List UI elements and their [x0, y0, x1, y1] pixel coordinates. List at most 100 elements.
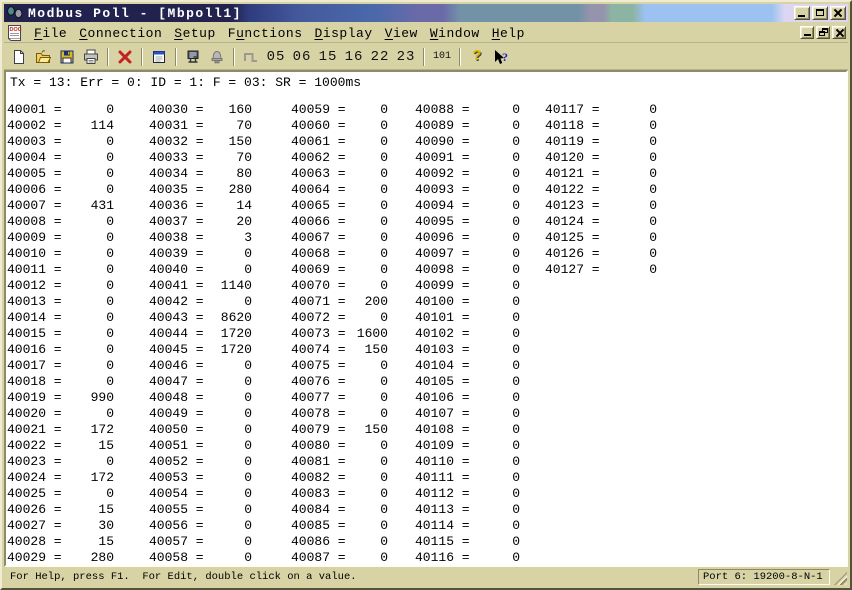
mdi-minimize-button[interactable]	[800, 26, 814, 39]
register-row-40013[interactable]: 40013 =0	[7, 294, 114, 310]
register-row-40081[interactable]: 40081 =0	[291, 454, 388, 470]
register-row-40028[interactable]: 40028 =15	[7, 534, 114, 550]
register-row-40045[interactable]: 40045 =1720	[149, 342, 252, 358]
register-row-40059[interactable]: 40059 =0	[291, 102, 388, 118]
register-row-40031[interactable]: 40031 =70	[149, 118, 252, 134]
register-row-40041[interactable]: 40041 =1140	[149, 278, 252, 294]
register-row-40071[interactable]: 40071 =200	[291, 294, 388, 310]
register-row-40072[interactable]: 40072 =0	[291, 310, 388, 326]
register-row-40022[interactable]: 40022 =15	[7, 438, 114, 454]
register-row-40008[interactable]: 40008 =0	[7, 214, 114, 230]
register-row-40012[interactable]: 40012 =0	[7, 278, 114, 294]
register-row-40122[interactable]: 40122 =0	[545, 182, 657, 198]
register-row-40092[interactable]: 40092 =0	[415, 166, 520, 182]
help-button[interactable]: ?	[465, 46, 489, 68]
toolbar-function-16[interactable]: 16	[341, 49, 367, 65]
register-row-40018[interactable]: 40018 =0	[7, 374, 114, 390]
register-row-40083[interactable]: 40083 =0	[291, 486, 388, 502]
register-row-40066[interactable]: 40066 =0	[291, 214, 388, 230]
register-row-40065[interactable]: 40065 =0	[291, 198, 388, 214]
register-row-40091[interactable]: 40091 =0	[415, 150, 520, 166]
register-row-40126[interactable]: 40126 =0	[545, 246, 657, 262]
register-row-40064[interactable]: 40064 =0	[291, 182, 388, 198]
register-row-40104[interactable]: 40104 =0	[415, 358, 520, 374]
register-row-40079[interactable]: 40079 =150	[291, 422, 388, 438]
register-row-40067[interactable]: 40067 =0	[291, 230, 388, 246]
register-row-40085[interactable]: 40085 =0	[291, 518, 388, 534]
register-row-40023[interactable]: 40023 =0	[7, 454, 114, 470]
register-row-40089[interactable]: 40089 =0	[415, 118, 520, 134]
register-row-40004[interactable]: 40004 =0	[7, 150, 114, 166]
register-row-40120[interactable]: 40120 =0	[545, 150, 657, 166]
register-row-40015[interactable]: 40015 =0	[7, 326, 114, 342]
register-row-40115[interactable]: 40115 =0	[415, 534, 520, 550]
menu-view[interactable]: View	[379, 25, 424, 42]
menu-connection[interactable]: Connection	[73, 25, 168, 42]
print-button[interactable]	[79, 46, 103, 68]
maximize-button[interactable]	[812, 6, 828, 20]
register-row-40125[interactable]: 40125 =0	[545, 230, 657, 246]
register-row-40078[interactable]: 40078 =0	[291, 406, 388, 422]
register-row-40099[interactable]: 40099 =0	[415, 278, 520, 294]
register-row-40053[interactable]: 40053 =0	[149, 470, 252, 486]
register-row-40050[interactable]: 40050 =0	[149, 422, 252, 438]
register-row-40034[interactable]: 40034 =80	[149, 166, 252, 182]
register-row-40118[interactable]: 40118 =0	[545, 118, 657, 134]
menu-functions[interactable]: Functions	[222, 25, 309, 42]
register-row-40074[interactable]: 40074 =150	[291, 342, 388, 358]
register-row-40077[interactable]: 40077 =0	[291, 390, 388, 406]
register-row-40098[interactable]: 40098 =0	[415, 262, 520, 278]
register-row-40124[interactable]: 40124 =0	[545, 214, 657, 230]
menu-file[interactable]: File	[28, 25, 73, 42]
toolbar-function-23[interactable]: 23	[393, 49, 419, 65]
register-row-40017[interactable]: 40017 =0	[7, 358, 114, 374]
register-row-40009[interactable]: 40009 =0	[7, 230, 114, 246]
register-row-40082[interactable]: 40082 =0	[291, 470, 388, 486]
document-icon[interactable]: DOC	[6, 24, 24, 41]
register-row-40094[interactable]: 40094 =0	[415, 198, 520, 214]
register-row-40060[interactable]: 40060 =0	[291, 118, 388, 134]
register-row-40054[interactable]: 40054 =0	[149, 486, 252, 502]
menu-help[interactable]: Help	[486, 25, 531, 42]
register-row-40068[interactable]: 40068 =0	[291, 246, 388, 262]
toolbar-function-06[interactable]: 06	[289, 49, 315, 65]
context-help-button[interactable]: ?	[489, 46, 513, 68]
register-row-40033[interactable]: 40033 =70	[149, 150, 252, 166]
register-row-40030[interactable]: 40030 =160	[149, 102, 252, 118]
menu-display[interactable]: Display	[309, 25, 379, 42]
register-row-40010[interactable]: 40010 =0	[7, 246, 114, 262]
register-row-40042[interactable]: 40042 =0	[149, 294, 252, 310]
register-row-40014[interactable]: 40014 =0	[7, 310, 114, 326]
toolbar-function-15[interactable]: 15	[315, 49, 341, 65]
save-file-button[interactable]	[55, 46, 79, 68]
register-row-40029[interactable]: 40029 =280	[7, 550, 114, 566]
register-row-40119[interactable]: 40119 =0	[545, 134, 657, 150]
register-row-40048[interactable]: 40048 =0	[149, 390, 252, 406]
register-row-40035[interactable]: 40035 =280	[149, 182, 252, 198]
register-row-40108[interactable]: 40108 =0	[415, 422, 520, 438]
register-row-40105[interactable]: 40105 =0	[415, 374, 520, 390]
register-row-40113[interactable]: 40113 =0	[415, 502, 520, 518]
register-row-40112[interactable]: 40112 =0	[415, 486, 520, 502]
menu-window[interactable]: Window	[424, 25, 486, 42]
toolbar-function-22[interactable]: 22	[367, 49, 393, 65]
register-row-40114[interactable]: 40114 =0	[415, 518, 520, 534]
register-row-40121[interactable]: 40121 =0	[545, 166, 657, 182]
register-row-40107[interactable]: 40107 =0	[415, 406, 520, 422]
register-row-40044[interactable]: 40044 =1720	[149, 326, 252, 342]
mdi-close-button[interactable]	[832, 26, 846, 39]
register-row-40076[interactable]: 40076 =0	[291, 374, 388, 390]
register-row-40052[interactable]: 40052 =0	[149, 454, 252, 470]
toolbar-alt-101-button[interactable]: 101	[429, 51, 455, 62]
register-row-40043[interactable]: 40043 =8620	[149, 310, 252, 326]
register-row-40040[interactable]: 40040 =0	[149, 262, 252, 278]
register-row-40016[interactable]: 40016 =0	[7, 342, 114, 358]
register-row-40127[interactable]: 40127 =0	[545, 262, 657, 278]
register-row-40061[interactable]: 40061 =0	[291, 134, 388, 150]
register-row-40090[interactable]: 40090 =0	[415, 134, 520, 150]
display-setup-button[interactable]	[147, 46, 171, 68]
new-file-button[interactable]	[7, 46, 31, 68]
register-row-40032[interactable]: 40032 =150	[149, 134, 252, 150]
register-row-40007[interactable]: 40007 =431	[7, 198, 114, 214]
register-row-40088[interactable]: 40088 =0	[415, 102, 520, 118]
